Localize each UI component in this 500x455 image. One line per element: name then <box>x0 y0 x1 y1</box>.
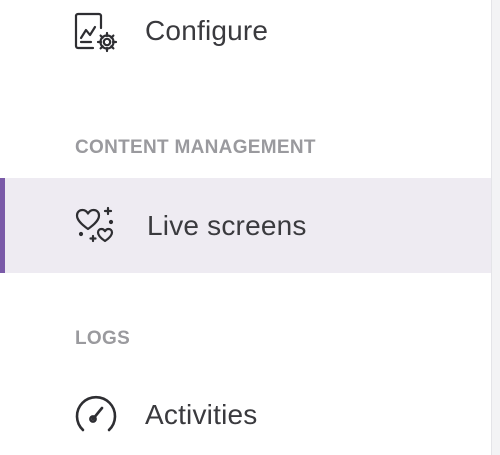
section-header-content-management: CONTENT MANAGEMENT <box>75 137 316 158</box>
hearts-sparkle-icon <box>73 203 119 249</box>
sidebar-item-label: Configure <box>145 15 269 46</box>
sidebar-item-configure[interactable]: Configure <box>0 0 492 62</box>
configure-icon <box>73 8 119 54</box>
active-indicator <box>0 178 5 273</box>
sidebar-nav: Configure CONTENT MANAGEMENT Live screen… <box>0 0 492 455</box>
section-header-logs: LOGS <box>75 328 131 349</box>
gauge-icon <box>73 392 119 438</box>
sidebar-item-label: Live screens <box>147 209 307 241</box>
sidebar-item-label: Activities <box>145 399 258 430</box>
sidebar-item-live-screens[interactable]: Live screens <box>0 178 492 273</box>
scrollbar-track[interactable] <box>491 0 500 455</box>
sidebar-item-activities[interactable]: Activities <box>0 385 492 445</box>
